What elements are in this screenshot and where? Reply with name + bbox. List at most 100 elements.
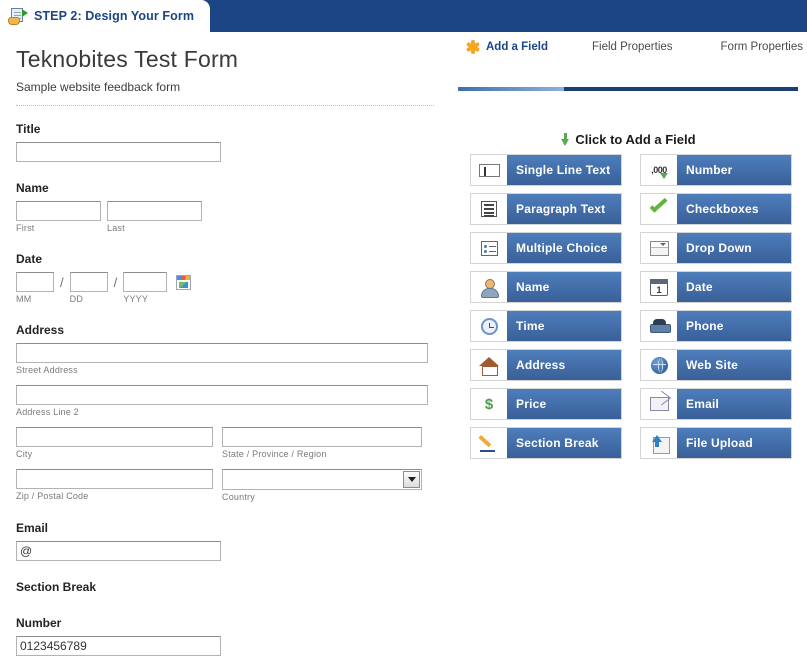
date-day-cell: DD [69,272,108,304]
field-button-multiple-choice[interactable]: Multiple Choice [470,232,622,264]
form-field-number[interactable]: Number [16,616,434,656]
orange-asterisk-icon [466,40,480,54]
number-input[interactable] [16,636,221,656]
field-button-single-line-text[interactable]: Single Line Text [470,154,622,186]
field-button-label: Time [507,311,621,341]
date-year-input[interactable] [123,272,168,292]
title-input[interactable] [16,142,221,162]
tab-field-properties[interactable]: Field Properties [586,32,679,62]
clock-icon [471,311,507,341]
dollar-sign-icon: $ [471,389,507,419]
form-field-email[interactable]: Email [16,521,434,561]
add-a-field-header-label: Click to Add a Field [575,132,696,147]
tab-field-properties-label: Field Properties [591,41,673,53]
envelope-icon [641,389,677,419]
tab-add-a-field[interactable]: Add a Field [460,32,554,62]
form-subtitle: Sample website feedback form [16,80,181,94]
address-city-cell: City [16,427,213,459]
field-button-label: Number [677,155,791,185]
field-button-label: File Upload [677,428,791,458]
address-street-input[interactable] [16,343,428,363]
house-icon [471,350,507,380]
name-last-sublabel: Last [107,223,125,233]
address-zip-cell: Zip / Postal Code [16,469,213,502]
top-header-bar: STEP 2: Design Your Form [0,0,807,32]
tab-underline [458,87,798,91]
field-label: Name [16,181,49,195]
field-label: Date [16,252,43,266]
address-country-select[interactable] [222,469,422,490]
field-button-label: Multiple Choice [507,233,621,263]
field-button-label: Date [677,272,791,302]
step-2-tab-label: STEP 2: Design Your Form [34,9,195,23]
name-first-input[interactable] [16,201,101,221]
field-button-label: Phone [677,311,791,341]
panel-tab-bar: Add a Field Field Properties Form Proper… [450,32,807,62]
address-state-input[interactable] [222,427,422,447]
field-button-label: Checkboxes [677,194,791,224]
page-title: Teknobites Test Form [16,46,239,72]
field-button-phone[interactable]: Phone [640,310,792,342]
field-button-date[interactable]: Date [640,271,792,303]
address-city-sublabel: City [16,449,33,459]
date-month-sublabel: MM [16,294,32,304]
phone-icon [641,311,677,341]
form-field-date[interactable]: Date MM / DD / YYYY [16,252,434,304]
field-button-drop-down[interactable]: Drop Down [640,232,792,264]
field-button-price[interactable]: $ Price [470,388,622,420]
field-button-section-break[interactable]: Section Break [470,427,622,459]
field-button-email[interactable]: Email [640,388,792,420]
field-button-web-site[interactable]: Web Site [640,349,792,381]
date-month-input[interactable] [16,272,54,292]
document-with-arrow-icon [8,7,28,25]
address-street-sublabel: Street Address [16,365,78,375]
form-field-title[interactable]: Title [16,122,434,162]
number-icon: ,000 [641,155,677,185]
date-year-cell: YYYY [123,272,168,304]
chevron-down-icon[interactable] [403,471,420,488]
calendar-picker-icon[interactable] [176,275,192,290]
drop-down-icon [641,233,677,263]
checkmark-icon [641,194,677,224]
field-button-label: Drop Down [677,233,791,263]
date-month-cell: MM [16,272,54,304]
field-button-label: Paragraph Text [507,194,621,224]
address-line2-cell: Address Line 2 [16,385,434,417]
field-button-file-upload[interactable]: File Upload [640,427,792,459]
person-icon [471,272,507,302]
date-separator-1: / [60,275,64,290]
field-button-checkboxes[interactable]: Checkboxes [640,193,792,225]
step-2-tab[interactable]: STEP 2: Design Your Form [0,0,211,32]
field-toolbox-panel: Add a Field Field Properties Form Proper… [450,32,807,656]
field-label: Title [16,122,41,136]
tab-form-properties-label: Form Properties [720,41,803,53]
field-button-label: Section Break [507,428,621,458]
multiple-choice-icon [471,233,507,263]
name-first-sublabel: First [16,223,35,233]
address-street-cell: Street Address [16,343,434,375]
section-break-label: Section Break [16,580,97,594]
field-button-time[interactable]: Time [470,310,622,342]
address-state-sublabel: State / Province / Region [222,449,327,459]
address-zip-input[interactable] [16,469,213,489]
field-button-paragraph-text[interactable]: Paragraph Text [470,193,622,225]
address-city-input[interactable] [16,427,213,447]
name-last-cell: Last [107,201,202,233]
form-field-section-break[interactable]: Section Break [16,580,434,594]
email-input[interactable] [16,541,221,561]
field-button-address[interactable]: Address [470,349,622,381]
name-last-input[interactable] [107,201,202,221]
date-day-input[interactable] [69,272,108,292]
address-state-cell: State / Province / Region [222,427,422,459]
form-field-name[interactable]: Name First Last [16,181,434,233]
address-line2-input[interactable] [16,385,428,405]
form-divider [16,105,434,106]
form-field-address[interactable]: Address Street Address Address Line 2 Ci… [16,323,434,502]
field-label: Email [16,521,49,535]
field-button-name[interactable]: Name [470,271,622,303]
field-label: Number [16,616,62,630]
paragraph-text-icon [471,194,507,224]
tab-form-properties[interactable]: Form Properties [715,32,807,62]
field-button-number[interactable]: ,000 Number [640,154,792,186]
address-country-sublabel: Country [222,492,255,502]
